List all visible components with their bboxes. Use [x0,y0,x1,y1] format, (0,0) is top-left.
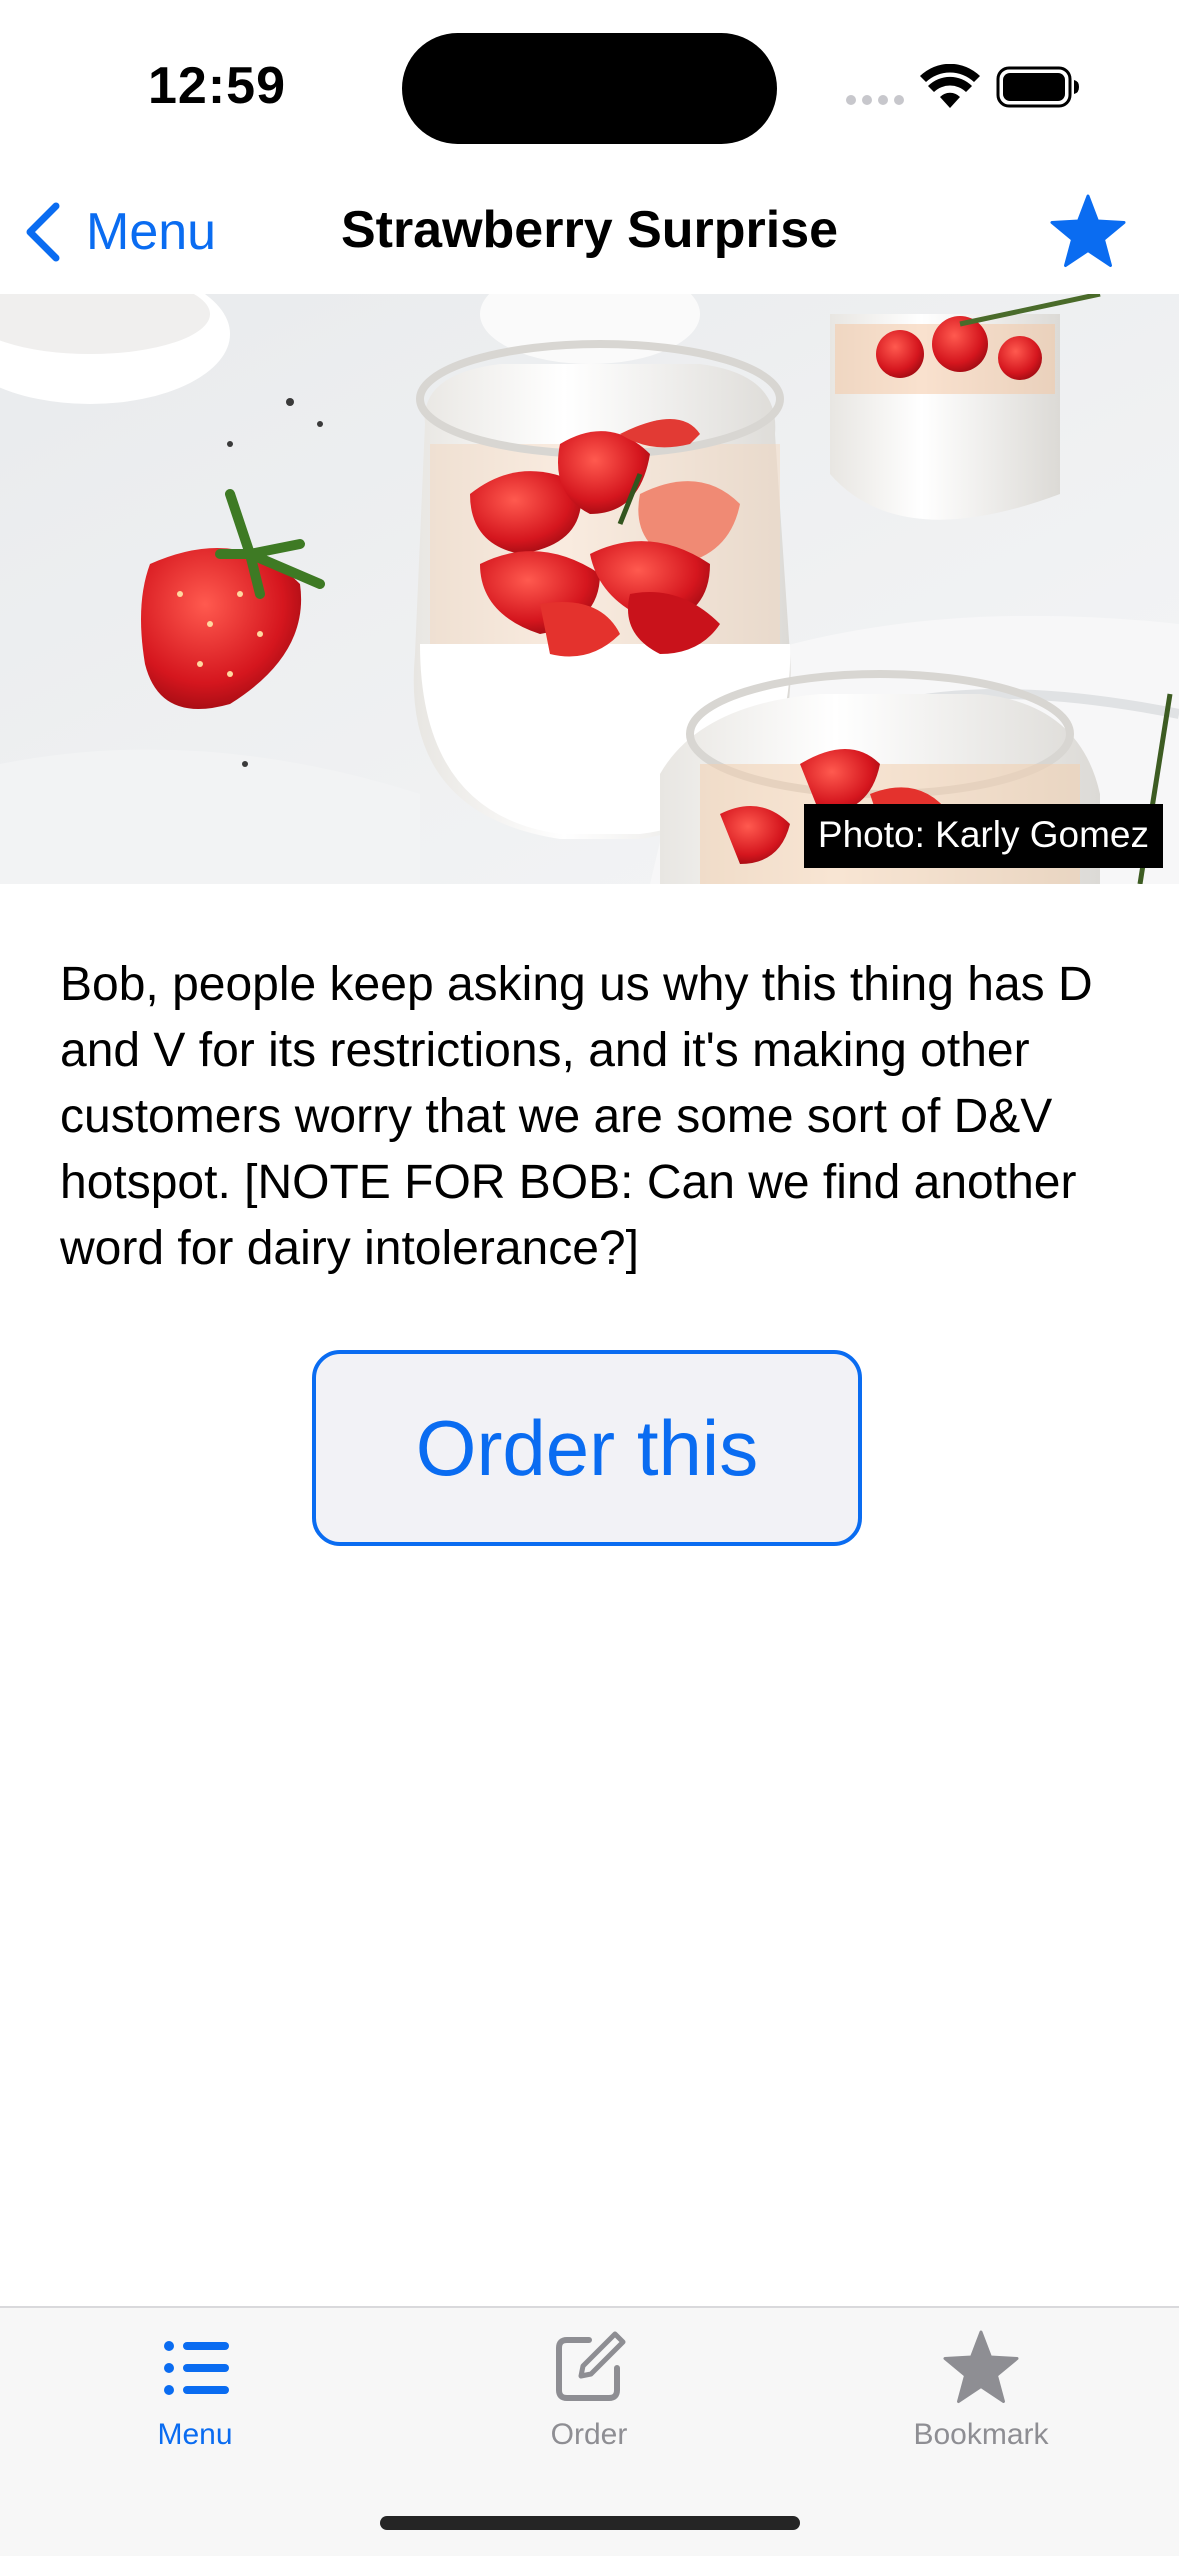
screen: 12:59 Menu Strawberry Surprise Photo: Ka… [0,0,1179,2556]
status-time: 12:59 [148,57,286,115]
page-title: Strawberry Surprise [340,201,839,259]
home-indicator[interactable] [380,2516,800,2530]
star-icon [943,2330,1019,2403]
photo-credit: Photo: Karly Gomez [803,804,1163,868]
tab-bookmark-label: Bookmark [913,2418,1049,2451]
wifi-icon [920,64,980,108]
tab-bookmark[interactable]: Bookmark [851,2328,1111,2468]
compose-icon [556,2331,626,2401]
item-description: Bob, people keep asking us why this thin… [60,958,1093,1275]
list-icon [164,2341,229,2395]
navigation-bar: Menu Strawberry Surprise [0,170,1179,294]
status-bar: 12:59 [0,0,1179,170]
dessert-photo: Photo: Karly Gomez [0,294,1179,884]
bookmark-star-button[interactable] [1048,192,1128,272]
strawberry-dessert-image [0,294,1179,884]
tab-menu-label: Menu [157,2418,233,2451]
tab-order-label: Order [550,2418,628,2451]
cellular-signal-icon [846,95,904,105]
order-this-button[interactable]: Order this [312,1350,862,1546]
dynamic-island [402,33,777,144]
tab-order[interactable]: Order [459,2328,719,2468]
battery-icon [996,66,1079,108]
tab-menu[interactable]: Menu [65,2328,325,2468]
